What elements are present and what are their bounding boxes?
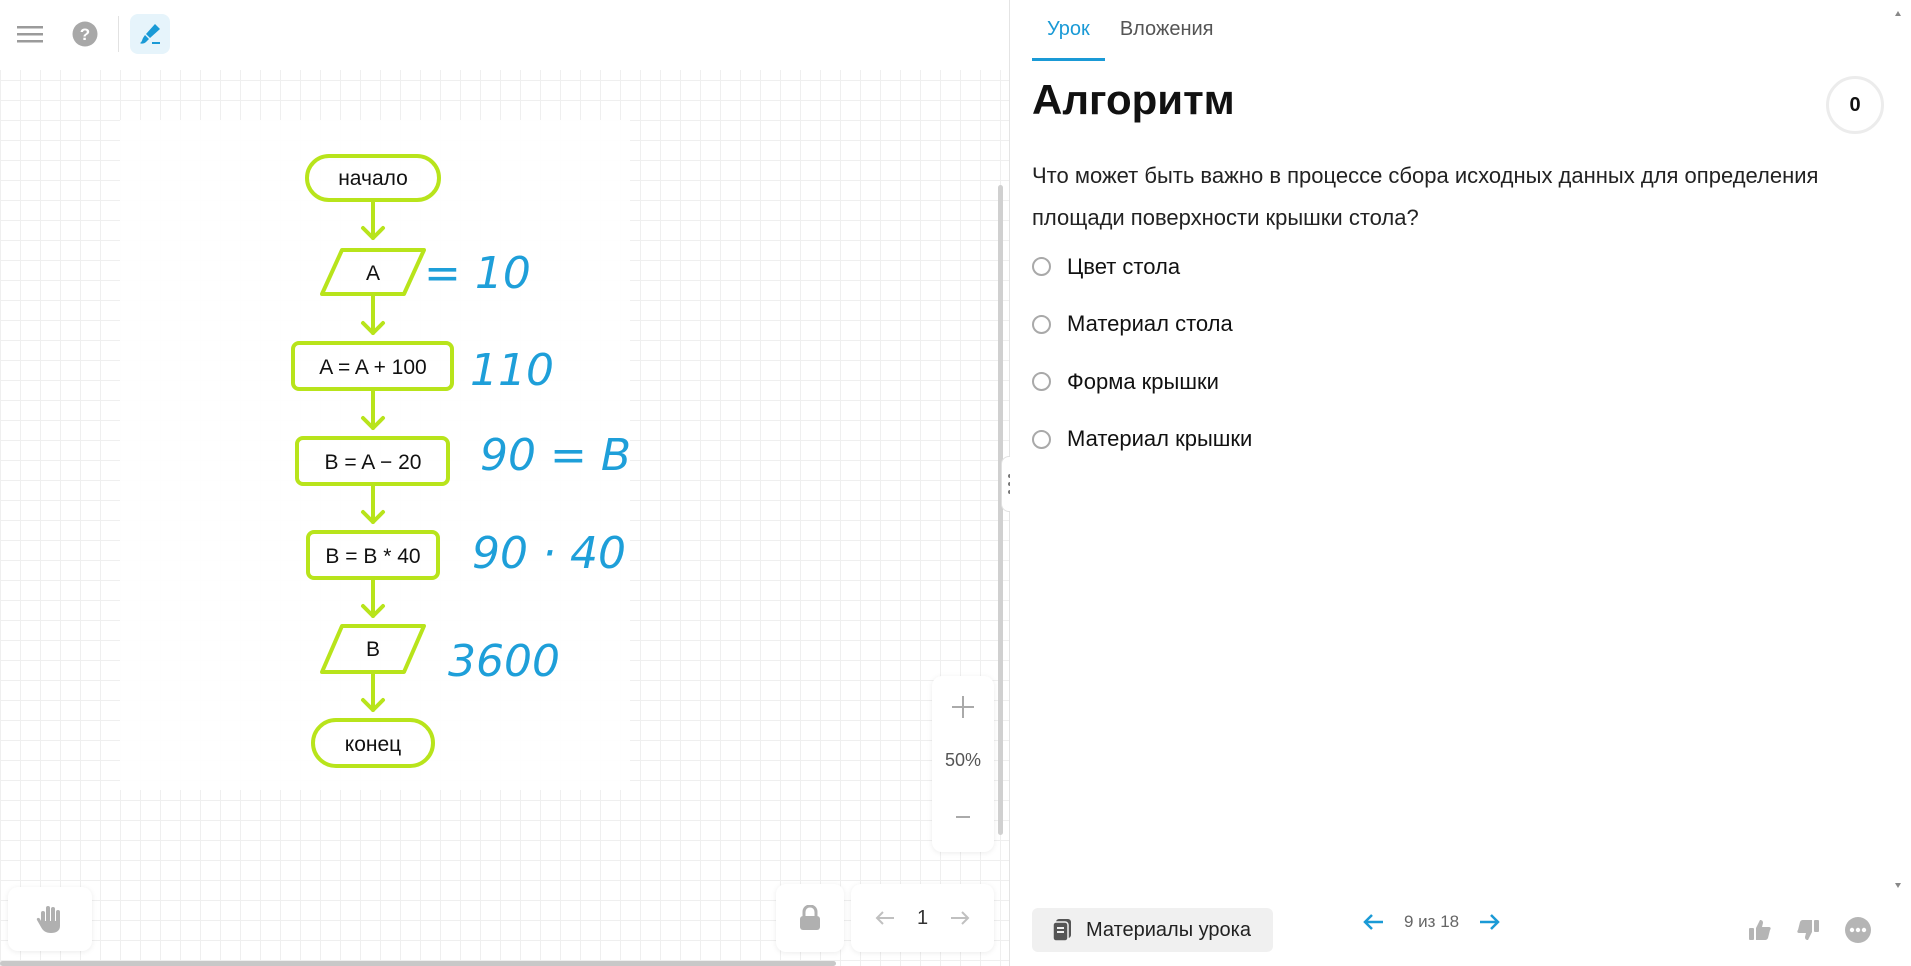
radio-button[interactable] — [1032, 314, 1051, 334]
handwritten-note: = 10 — [424, 248, 531, 299]
minus-icon[interactable] — [932, 794, 994, 840]
flowchart-start-label: начало — [338, 167, 408, 190]
answer-option-label: Цвет стола — [1067, 253, 1181, 279]
question-circle-icon[interactable]: ? — [65, 14, 105, 54]
more-options-icon[interactable] — [1844, 916, 1872, 944]
lesson-slide: начало A A = A + 100 B = A − 20 B = B * … — [120, 120, 630, 790]
lesson-panel: Урок Вложения Алгоритм 0 Что может быть … — [1010, 0, 1911, 966]
question-text: Что может быть важно в процессе сбора ис… — [1032, 163, 1819, 230]
thumbs-up-icon[interactable] — [1748, 919, 1772, 941]
prev-page-arrow-icon[interactable] — [875, 910, 895, 926]
hand-icon[interactable] — [8, 887, 92, 951]
next-step-arrow-icon[interactable] — [1479, 913, 1501, 931]
flowchart-end-label: конец — [345, 733, 401, 756]
flowchart-input-label: A — [366, 262, 380, 285]
whiteboard-canvas[interactable]: ? начало A A = A + 100 B = A − 20 B = B … — [0, 0, 1009, 966]
svg-text:?: ? — [80, 25, 90, 44]
zoom-level: 50% — [944, 750, 982, 770]
board-toolbar: ? — [0, 0, 1009, 70]
board-vertical-scrollbar[interactable] — [998, 185, 1003, 835]
lesson-materials-button[interactable]: Материалы урока — [1032, 908, 1273, 952]
radio-button[interactable] — [1032, 372, 1051, 392]
lesson-materials-label: Материалы урока — [1086, 918, 1251, 941]
thumbs-down-icon[interactable] — [1796, 919, 1820, 941]
radio-button[interactable] — [1032, 429, 1051, 449]
score-badge: 0 — [1826, 76, 1884, 134]
answer-option-label: Материал крышки — [1067, 426, 1253, 452]
handwritten-note: 3600 — [448, 636, 560, 687]
flowchart-output-label: B — [366, 638, 380, 661]
tab-attachments[interactable]: Вложения — [1105, 0, 1229, 58]
brush-icon[interactable] — [130, 14, 170, 54]
answer-option[interactable]: Материал стола — [1032, 296, 1252, 354]
pager-counter: 9 из 18 — [1404, 912, 1460, 931]
handwritten-note: 110 — [470, 345, 554, 396]
handwritten-note: 90 = B — [480, 430, 630, 481]
panel-scrollbar[interactable] — [1894, 10, 1901, 890]
toolbar-divider — [118, 16, 119, 52]
lesson-pager: 9 из 18 — [1362, 912, 1501, 932]
document-icon — [1052, 919, 1071, 942]
board-horizontal-scrollbar[interactable] — [0, 961, 836, 966]
plus-icon[interactable] — [932, 684, 994, 730]
tab-lesson[interactable]: Урок — [1032, 0, 1105, 61]
zoom-control: 50% — [932, 676, 994, 852]
lock-icon[interactable] — [776, 884, 844, 952]
lesson-tabs: Урок Вложения — [1032, 0, 1229, 61]
feedback-icons — [1748, 916, 1872, 944]
flowchart-step3-label: B = B * 40 — [325, 545, 420, 568]
page-number: 1 — [916, 906, 929, 929]
answer-option[interactable]: Материал крышки — [1032, 411, 1252, 469]
answer-option[interactable]: Цвет стола — [1032, 238, 1252, 296]
page-navigator: 1 — [851, 884, 994, 952]
handwritten-note: 90 · 40 — [472, 528, 626, 579]
answer-option-label: Материал стола — [1067, 311, 1233, 337]
radio-button[interactable] — [1032, 257, 1051, 277]
flowchart-diagram: начало A A = A + 100 B = A − 20 B = B * … — [291, 154, 630, 768]
answer-option-label: Форма крышки — [1067, 368, 1219, 394]
flowchart-step1-label: A = A + 100 — [319, 356, 426, 379]
lesson-footer: Материалы урока 9 из 18 — [1010, 890, 1911, 966]
hamburger-menu-icon[interactable] — [10, 14, 50, 54]
next-page-arrow-icon[interactable] — [950, 910, 970, 926]
page-title: Алгоритм — [1032, 76, 1235, 123]
answer-options: Цвет стола Материал стола Форма крышки М… — [1032, 238, 1252, 468]
prev-step-arrow-icon[interactable] — [1362, 913, 1384, 931]
flowchart-step2-label: B = A − 20 — [325, 451, 422, 474]
answer-option[interactable]: Форма крышки — [1032, 353, 1252, 411]
